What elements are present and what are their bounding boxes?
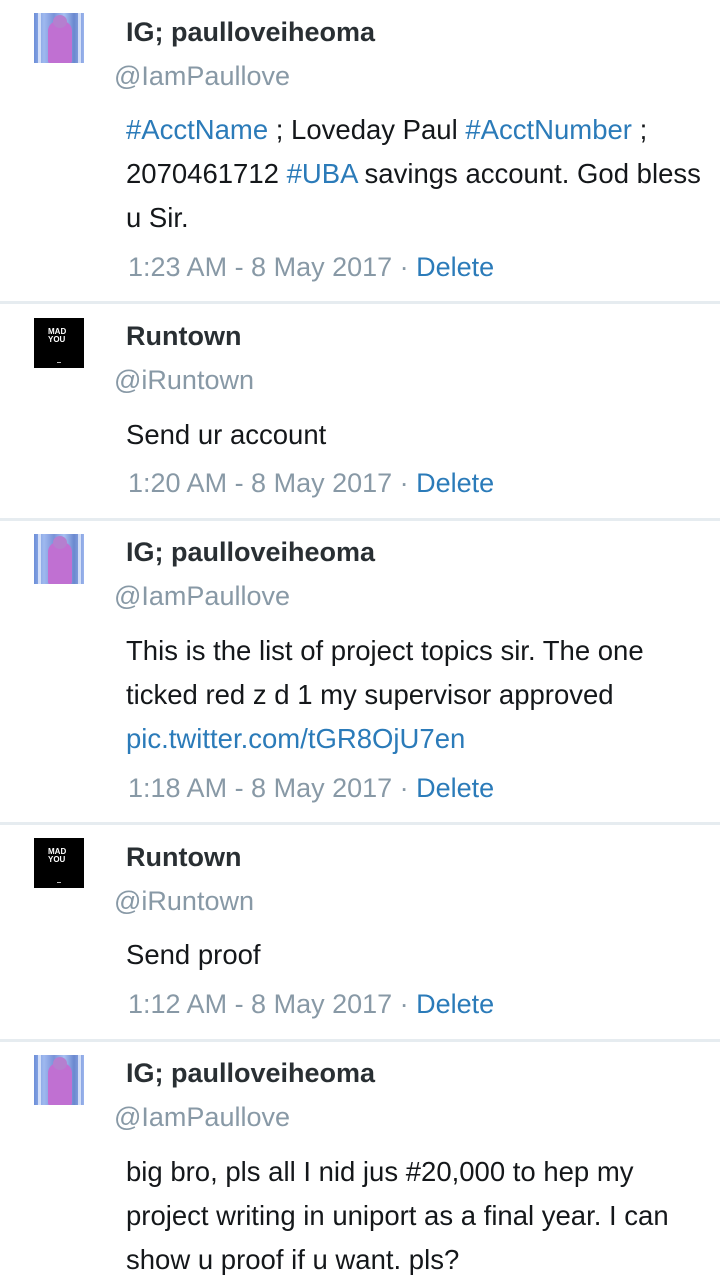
meta-separator: · bbox=[392, 252, 417, 282]
display-name[interactable]: IG; paulloveiheoma bbox=[126, 17, 375, 48]
timestamp[interactable]: 1:20 AM - 8 May 2017 bbox=[128, 468, 392, 498]
avatar-mark bbox=[57, 362, 61, 363]
avatar-bar bbox=[78, 1055, 81, 1105]
tweet-text: This is the list of project topics sir. … bbox=[126, 629, 711, 761]
tweet-text: Send ur account bbox=[126, 419, 327, 450]
display-name[interactable]: IG; paulloveiheoma bbox=[126, 537, 375, 568]
user-handle[interactable]: @iRuntown bbox=[114, 365, 254, 396]
divider bbox=[0, 1039, 720, 1042]
meta-separator: · bbox=[392, 468, 417, 498]
timestamp[interactable]: 1:18 AM - 8 May 2017 bbox=[128, 773, 392, 803]
avatar-head bbox=[53, 536, 67, 549]
avatar[interactable] bbox=[34, 13, 84, 63]
tweet-text-part: ; Loveday Paul bbox=[268, 114, 466, 145]
delete-button[interactable]: Delete bbox=[416, 468, 494, 498]
media-link[interactable]: pic.twitter.com/tGR8OjU7en bbox=[126, 723, 465, 754]
avatar[interactable] bbox=[34, 1055, 84, 1105]
divider bbox=[0, 301, 720, 304]
avatar[interactable]: MAD YOU bbox=[34, 318, 84, 368]
delete-button[interactable]: Delete bbox=[416, 252, 494, 282]
avatar-mark bbox=[57, 882, 61, 883]
tweet-text: Send proof bbox=[126, 939, 261, 970]
avatar-head bbox=[53, 1057, 67, 1070]
tweet-meta: 1:20 AM - 8 May 2017 · Delete bbox=[128, 468, 494, 499]
delete-button[interactable]: Delete bbox=[416, 773, 494, 803]
tweet-text-part: This is the list of project topics sir. … bbox=[126, 635, 644, 710]
avatar-bar bbox=[38, 1055, 41, 1105]
hashtag-link[interactable]: #AcctNumber bbox=[465, 114, 632, 145]
avatar-bar bbox=[38, 13, 41, 63]
tweet-meta: 1:18 AM - 8 May 2017 · Delete bbox=[128, 773, 494, 804]
meta-separator: · bbox=[392, 989, 417, 1019]
user-handle[interactable]: @IamPaullove bbox=[114, 1102, 290, 1133]
hashtag-link[interactable]: #UBA bbox=[287, 158, 357, 189]
avatar[interactable] bbox=[34, 534, 84, 584]
avatar-bar bbox=[38, 534, 41, 584]
avatar-text: YOU bbox=[48, 855, 66, 864]
avatar-text: YOU bbox=[48, 335, 66, 344]
display-name[interactable]: Runtown bbox=[126, 321, 241, 352]
user-handle[interactable]: @IamPaullove bbox=[114, 581, 290, 612]
meta-separator: · bbox=[392, 773, 417, 803]
tweet-meta: 1:23 AM - 8 May 2017 · Delete bbox=[128, 252, 494, 283]
divider bbox=[0, 518, 720, 521]
timestamp[interactable]: 1:12 AM - 8 May 2017 bbox=[128, 989, 392, 1019]
delete-button[interactable]: Delete bbox=[416, 989, 494, 1019]
avatar-bar bbox=[78, 534, 81, 584]
tweet-text: #AcctName ; Loveday Paul #AcctNumber ; 2… bbox=[126, 108, 711, 240]
display-name[interactable]: Runtown bbox=[126, 842, 241, 873]
tweet-text: big bro, pls all I nid jus #20,000 to he… bbox=[126, 1156, 669, 1275]
avatar-head bbox=[53, 15, 67, 28]
tweet-meta: 1:12 AM - 8 May 2017 · Delete bbox=[128, 989, 494, 1020]
timestamp[interactable]: 1:23 AM - 8 May 2017 bbox=[128, 252, 392, 282]
user-handle[interactable]: @iRuntown bbox=[114, 886, 254, 917]
avatar[interactable]: MAD YOU bbox=[34, 838, 84, 888]
divider bbox=[0, 822, 720, 825]
user-handle[interactable]: @IamPaullove bbox=[114, 61, 290, 92]
hashtag-link[interactable]: #AcctName bbox=[126, 114, 268, 145]
avatar-bar bbox=[78, 13, 81, 63]
display-name[interactable]: IG; paulloveiheoma bbox=[126, 1058, 375, 1089]
